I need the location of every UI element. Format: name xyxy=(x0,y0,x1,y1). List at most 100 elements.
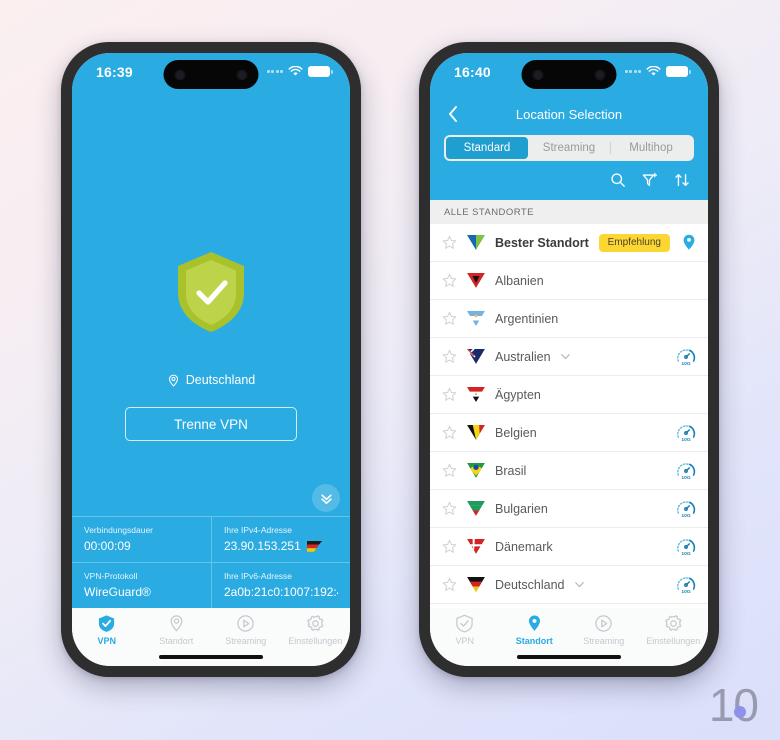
tab-label: Standort xyxy=(515,636,553,646)
info-value: 23.90.153.251 xyxy=(224,539,338,553)
status-indicators xyxy=(266,66,333,77)
chevron-down-icon[interactable] xyxy=(573,578,586,591)
info-cell-protocol: VPN-Protokoll WireGuard® xyxy=(72,563,211,608)
tab-vpn[interactable]: VPN xyxy=(430,614,500,646)
location-row[interactable]: Deutschland 10G xyxy=(430,566,708,604)
connection-duration-value: 00:00:09 xyxy=(84,539,131,553)
tab-label: Einstellungen xyxy=(646,636,701,646)
favorite-star-icon[interactable] xyxy=(442,387,457,402)
location-list[interactable]: Bester Standort Empfehlung Albanien Argenti… xyxy=(430,224,708,608)
vpn-screen: 16:39 Deutschland Trenne VPN Verbindungs… xyxy=(72,53,350,666)
location-row[interactable]: Argentinien xyxy=(430,300,708,338)
tab-streaming[interactable]: Streaming xyxy=(211,614,281,646)
svg-text:10G: 10G xyxy=(681,513,690,519)
signal-dots-icon xyxy=(266,70,283,73)
info-cell-ipv4: Ihre IPv4-Adresse 23.90.153.251 xyxy=(211,517,350,562)
toolbar xyxy=(430,161,708,188)
tab-bar-left: VPN Standort Streaming Einstellungen xyxy=(72,608,350,666)
expand-details-button[interactable] xyxy=(312,484,340,512)
favorite-star-icon[interactable] xyxy=(442,425,457,440)
svg-text:10G: 10G xyxy=(681,361,690,367)
speed-gauge-10g-icon[interactable]: 10G xyxy=(676,347,696,367)
location-pin-icon xyxy=(170,615,183,632)
dynamic-island xyxy=(521,60,617,89)
tab-standort[interactable]: Standort xyxy=(500,614,570,646)
flag-al-icon xyxy=(467,273,485,288)
location-name: Deutschland xyxy=(495,577,565,592)
favorite-star-icon[interactable] xyxy=(442,463,457,478)
tab-label: Streaming xyxy=(225,636,267,646)
info-row: VPN-Protokoll WireGuard® Ihre IPv6-Adres… xyxy=(72,562,350,608)
location-row[interactable]: Ägypten xyxy=(430,376,708,414)
tab-einstellungen[interactable]: Einstellungen xyxy=(639,614,709,646)
location-row[interactable]: Belgien 10G xyxy=(430,414,708,452)
current-location-label: Deutschland xyxy=(185,373,256,387)
tab-label: Standort xyxy=(159,636,194,646)
status-time: 16:40 xyxy=(454,64,491,80)
speed-gauge-10g-icon[interactable]: 10G xyxy=(676,499,696,519)
tab-streaming[interactable]: Streaming xyxy=(569,614,639,646)
back-button[interactable] xyxy=(442,103,464,125)
status-time: 16:39 xyxy=(96,64,133,80)
info-value: 00:00:09 xyxy=(84,539,199,553)
face-id-sensor-icon xyxy=(236,69,248,80)
location-row[interactable]: Brasil 10G xyxy=(430,452,708,490)
vpn-main: Deutschland Trenne VPN Verbindungsdauer xyxy=(72,97,350,608)
ipv4-address-value: 23.90.153.251 xyxy=(224,539,301,553)
speed-gauge-10g-icon[interactable]: 10G xyxy=(676,575,696,595)
tab-einstellungen[interactable]: Einstellungen xyxy=(281,614,351,646)
signal-dots-icon xyxy=(624,70,641,73)
favorite-star-icon[interactable] xyxy=(442,539,457,554)
location-name: Bulgarien xyxy=(495,501,548,516)
chevron-double-down-icon xyxy=(320,493,332,504)
camera-lens-icon xyxy=(532,69,544,80)
location-row[interactable]: Dänemark 10G xyxy=(430,528,708,566)
home-indicator xyxy=(517,655,621,659)
wifi-icon xyxy=(288,66,303,76)
flag-bg-icon xyxy=(467,501,485,516)
dynamic-island xyxy=(163,60,259,89)
watermark-text: 10 xyxy=(708,679,759,731)
segment-streaming[interactable]: Streaming xyxy=(528,137,610,159)
location-row[interactable]: Bester Standort Empfehlung xyxy=(430,224,708,262)
info-label: Verbindungsdauer xyxy=(84,525,154,535)
sort-icon[interactable] xyxy=(674,172,690,188)
favorite-star-icon[interactable] xyxy=(442,273,457,288)
info-label: Ihre IPv4-Adresse xyxy=(224,525,293,535)
tab-label: VPN xyxy=(97,636,116,646)
chevron-left-icon xyxy=(449,106,457,122)
filter-add-icon[interactable] xyxy=(642,172,658,188)
speed-gauge-10g-icon[interactable]: 10G xyxy=(676,461,696,481)
location-row[interactable]: Australien 10G xyxy=(430,338,708,376)
favorite-star-icon[interactable] xyxy=(442,501,457,516)
chevron-down-icon[interactable] xyxy=(559,350,572,363)
location-selection-screen: 16:40 Location Selection Standard Stream… xyxy=(430,53,708,666)
info-label: Ihre IPv6-Adresse xyxy=(224,571,293,581)
favorite-star-icon[interactable] xyxy=(442,235,457,250)
favorite-star-icon[interactable] xyxy=(442,311,457,326)
tab-vpn[interactable]: VPN xyxy=(72,614,142,646)
favorite-star-icon[interactable] xyxy=(442,349,457,364)
current-location: Deutschland xyxy=(167,373,256,387)
shield-icon xyxy=(456,614,473,633)
search-icon[interactable] xyxy=(610,172,626,188)
flag-be-icon xyxy=(467,425,485,440)
battery-icon xyxy=(308,66,333,77)
face-id-sensor-icon xyxy=(594,69,606,80)
recommendation-badge: Empfehlung xyxy=(598,233,670,252)
location-name: Dänemark xyxy=(495,539,553,554)
selected-location-pin-icon[interactable] xyxy=(682,234,696,251)
location-row[interactable]: Albanien xyxy=(430,262,708,300)
speed-gauge-10g-icon[interactable]: 10G xyxy=(676,537,696,557)
location-row[interactable]: Bulgarien 10G xyxy=(430,490,708,528)
speed-gauge-10g-icon[interactable]: 10G xyxy=(676,423,696,443)
vpn-protocol-value: WireGuard® xyxy=(84,585,151,599)
segment-standard[interactable]: Standard xyxy=(446,137,528,159)
watermark-dot xyxy=(734,706,746,718)
disconnect-vpn-button[interactable]: Trenne VPN xyxy=(125,407,297,441)
tab-standort[interactable]: Standort xyxy=(142,614,212,646)
segment-multihop[interactable]: Multihop xyxy=(610,137,692,159)
favorite-star-icon[interactable] xyxy=(442,577,457,592)
wifi-icon xyxy=(646,66,661,76)
svg-text:10G: 10G xyxy=(681,437,690,443)
